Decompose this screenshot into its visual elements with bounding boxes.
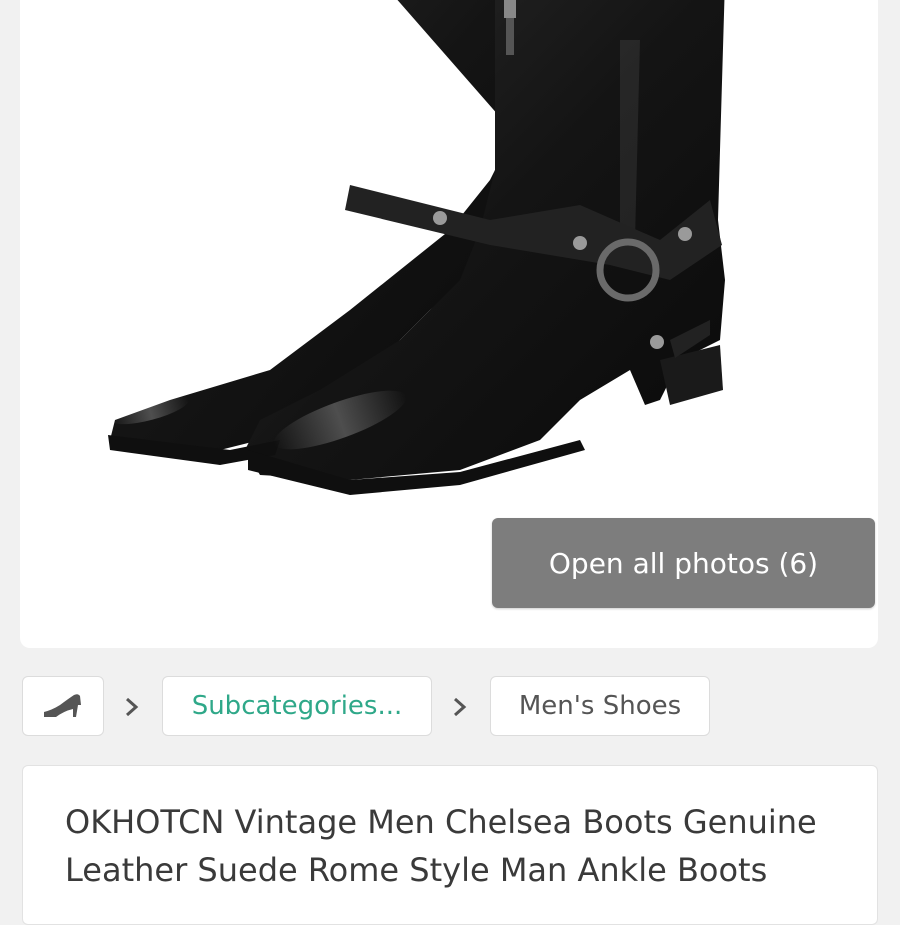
high-heel-shoe-icon bbox=[44, 694, 81, 717]
breadcrumb-home[interactable] bbox=[22, 676, 104, 736]
open-all-photos-button[interactable]: Open all photos (6) bbox=[492, 518, 875, 608]
chevron-right-icon bbox=[126, 697, 139, 717]
breadcrumb-mens-shoes[interactable]: Men's Shoes bbox=[490, 676, 710, 736]
product-title: OKHOTCN Vintage Men Chelsea Boots Genuin… bbox=[65, 803, 817, 889]
product-title-card: OKHOTCN Vintage Men Chelsea Boots Genuin… bbox=[22, 765, 878, 925]
product-photo-card[interactable]: Open all photos (6) bbox=[20, 0, 878, 648]
breadcrumb-subcategories[interactable]: Subcategories... bbox=[162, 676, 432, 736]
chevron-right-icon bbox=[454, 697, 467, 717]
